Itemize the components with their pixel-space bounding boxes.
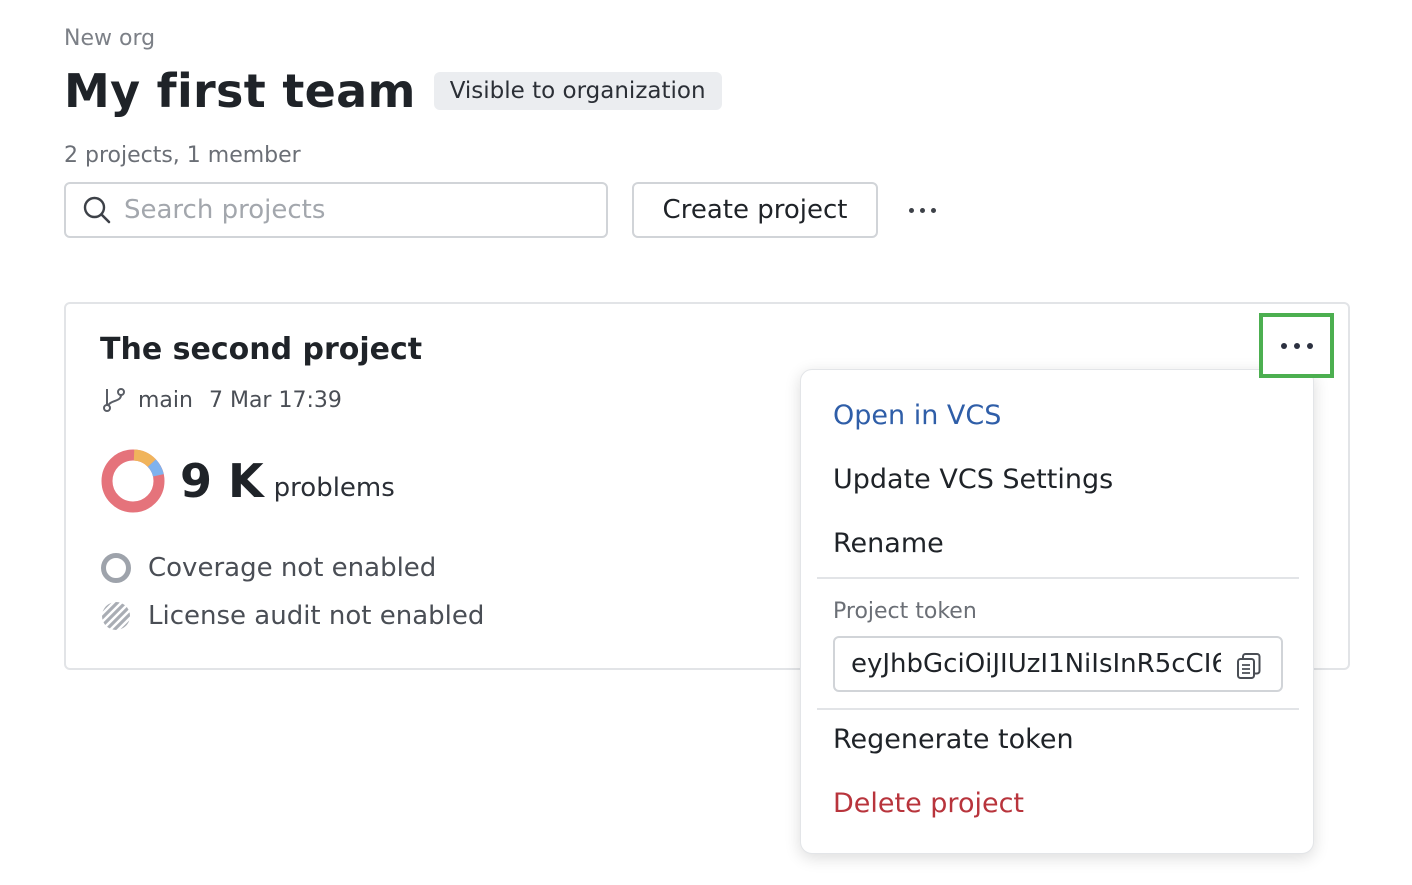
- project-more-button[interactable]: [1259, 313, 1334, 378]
- token-label: Project token: [833, 599, 977, 624]
- menu-rename[interactable]: Rename: [833, 528, 944, 559]
- menu-divider: [817, 577, 1299, 579]
- search-icon: [83, 196, 111, 224]
- create-project-button[interactable]: Create project: [632, 182, 878, 238]
- coverage-ring-icon: [101, 553, 131, 583]
- menu-regenerate-token[interactable]: Regenerate token: [833, 724, 1074, 755]
- title-row: My first team Visible to organization: [64, 64, 722, 118]
- more-horizontal-icon: [1280, 342, 1287, 349]
- copy-icon[interactable]: [1235, 652, 1263, 680]
- coverage-status-text: Coverage not enabled: [148, 553, 437, 583]
- branch-info: main 7 Mar 17:39: [100, 386, 342, 414]
- search-input[interactable]: [124, 195, 584, 225]
- last-analysis-date: 7 Mar 17:39: [208, 387, 342, 413]
- team-summary: 2 projects, 1 member: [64, 143, 301, 168]
- menu-delete-project[interactable]: Delete project: [833, 788, 1024, 819]
- license-status-text: License audit not enabled: [148, 601, 485, 631]
- problems-summary[interactable]: 9 K problems: [100, 448, 395, 514]
- org-breadcrumb[interactable]: New org: [64, 26, 155, 51]
- menu-divider: [817, 708, 1299, 710]
- problems-label: problems: [273, 473, 395, 503]
- more-horizontal-icon[interactable]: [900, 196, 944, 224]
- team-page: New org My first team Visible to organiz…: [0, 0, 1412, 885]
- menu-update-vcs-settings[interactable]: Update VCS Settings: [833, 464, 1113, 495]
- branch-name: main: [138, 387, 193, 413]
- problems-donut-icon: [101, 449, 165, 513]
- coverage-status: Coverage not enabled: [100, 552, 436, 584]
- page-title: My first team: [64, 64, 416, 118]
- token-field[interactable]: eyJhbGciOiJIUzI1NiIsInR5cCI6IkpXVCJ9: [833, 636, 1283, 692]
- menu-open-in-vcs[interactable]: Open in VCS: [833, 400, 1001, 431]
- project-context-menu: Open in VCS Update VCS Settings Rename P…: [800, 369, 1314, 854]
- branch-icon: [103, 388, 125, 412]
- visibility-badge: Visible to organization: [433, 72, 722, 110]
- license-status: License audit not enabled: [100, 600, 484, 632]
- search-box[interactable]: [64, 182, 608, 238]
- project-name[interactable]: The second project: [100, 332, 422, 367]
- token-value[interactable]: eyJhbGciOiJIUzI1NiIsInR5cCI6IkpXVCJ9: [851, 649, 1221, 679]
- problems-count: 9 K: [180, 454, 264, 508]
- license-hatch-icon: [102, 602, 130, 630]
